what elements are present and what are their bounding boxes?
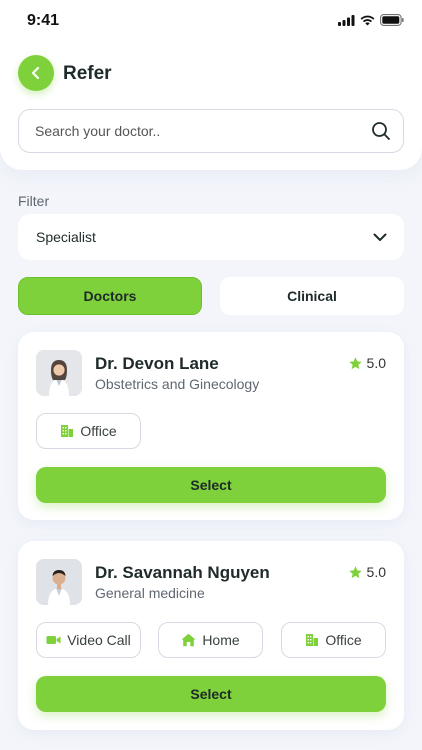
building-icon bbox=[306, 634, 319, 646]
option-office[interactable]: Office bbox=[281, 622, 386, 658]
doctor-specialty: Obstetrics and Ginecology bbox=[95, 376, 260, 392]
option-label: Office bbox=[325, 632, 362, 648]
chevron-down-icon bbox=[373, 233, 387, 241]
option-home[interactable]: Home bbox=[158, 622, 263, 658]
rating: 5.0 bbox=[348, 355, 386, 371]
select-button[interactable]: Select bbox=[36, 676, 386, 712]
doctor-avatar-icon bbox=[36, 350, 82, 396]
star-icon bbox=[348, 565, 362, 578]
option-video-call[interactable]: Video Call bbox=[36, 622, 141, 658]
doctor-name: Dr. Savannah Nguyen bbox=[95, 563, 270, 582]
back-button[interactable] bbox=[18, 55, 54, 91]
option-label: Home bbox=[202, 632, 240, 648]
video-icon bbox=[46, 636, 61, 644]
doctor-card: Dr. Savannah Nguyen General medicine 5.0… bbox=[18, 541, 404, 730]
doctor-specialty: General medicine bbox=[95, 585, 205, 601]
option-label: Office bbox=[80, 423, 117, 439]
option-office[interactable]: Office bbox=[36, 413, 141, 449]
tab-clinical[interactable]: Clinical bbox=[220, 277, 404, 315]
doctor-name: Dr. Devon Lane bbox=[95, 354, 219, 373]
status-time: 9:41 bbox=[27, 12, 60, 29]
signal-icon bbox=[338, 14, 355, 26]
building-icon bbox=[61, 425, 74, 437]
star-icon bbox=[348, 356, 362, 369]
chevron-left-icon bbox=[31, 66, 40, 80]
doctor-card: Dr. Devon Lane Obstetrics and Ginecology… bbox=[18, 332, 404, 520]
avatar bbox=[36, 350, 82, 396]
filter-label: Filter bbox=[18, 193, 50, 209]
search-box bbox=[18, 109, 404, 153]
doctor-avatar-icon bbox=[36, 559, 82, 605]
select-value: Specialist bbox=[36, 229, 96, 245]
home-icon bbox=[181, 633, 196, 647]
rating-value: 5.0 bbox=[366, 564, 386, 580]
battery-icon bbox=[380, 14, 404, 26]
rating: 5.0 bbox=[348, 564, 386, 580]
specialist-select[interactable]: Specialist bbox=[18, 214, 404, 260]
search-icon[interactable] bbox=[371, 121, 391, 141]
header: 9:41 Refer bbox=[0, 0, 422, 170]
page-title: Refer bbox=[63, 63, 112, 84]
option-label: Video Call bbox=[67, 632, 131, 648]
rating-value: 5.0 bbox=[366, 355, 386, 371]
search-input[interactable] bbox=[35, 123, 371, 139]
select-button[interactable]: Select bbox=[36, 467, 386, 503]
wifi-icon bbox=[360, 15, 375, 25]
tab-doctors[interactable]: Doctors bbox=[18, 277, 202, 315]
avatar bbox=[36, 559, 82, 605]
status-icons bbox=[338, 14, 404, 26]
